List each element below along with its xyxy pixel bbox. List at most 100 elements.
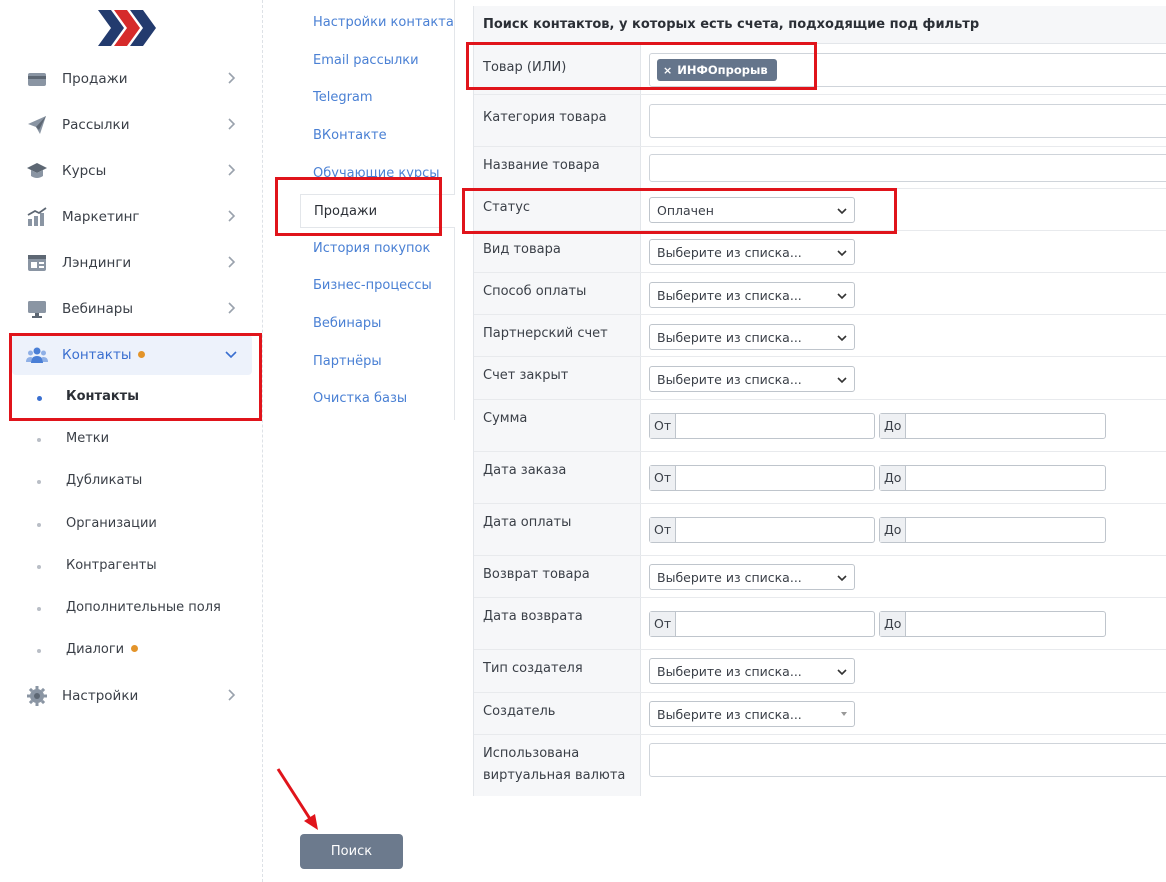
filter-label: Товар (ИЛИ): [474, 45, 641, 94]
filter-label: Дата заказа: [474, 452, 641, 503]
sidebar-item-sales[interactable]: Продажи: [12, 59, 252, 99]
submenu-item-telegram[interactable]: Telegram: [300, 81, 455, 115]
status-select-value: Оплачен: [657, 203, 714, 218]
bullet-icon: [37, 438, 41, 442]
bullet-icon: [37, 480, 41, 484]
payment-date-to-input[interactable]: До: [879, 517, 1106, 543]
sum-to-input[interactable]: До: [879, 413, 1106, 439]
submenu-item-purchase-history[interactable]: История покупок: [300, 232, 455, 266]
submenu-item-contact-settings[interactable]: Настройки контакта: [300, 6, 455, 40]
invoice-closed-select[interactable]: Выберите из списка...: [649, 366, 855, 392]
sidebar-subitem-contacts[interactable]: Контакты: [12, 381, 252, 415]
status-select[interactable]: Оплачен: [649, 197, 855, 223]
virtual-currency-input[interactable]: [649, 743, 1166, 777]
caret-down-icon: [841, 712, 847, 716]
order-date-to-input[interactable]: До: [879, 465, 1106, 491]
sidebar-item-mailings[interactable]: Рассылки: [12, 105, 252, 145]
creator-select[interactable]: Выберите из списка...: [649, 701, 855, 727]
chevron-down-icon: [837, 208, 847, 215]
chevron-right-icon: [228, 256, 236, 268]
users-icon: [26, 347, 48, 363]
filter-row-status: Статус Оплачен: [474, 189, 1166, 231]
sidebar-subitem-counterparties[interactable]: Контрагенты: [12, 550, 252, 584]
submenu-item-email[interactable]: Email рассылки: [300, 44, 455, 78]
refund-select[interactable]: Выберите из списка...: [649, 564, 855, 590]
to-addon: До: [880, 518, 906, 542]
sidebar-subitem-label: Дополнительные поля: [66, 600, 221, 615]
filter-row-sum: Сумма От До: [474, 400, 1166, 452]
product-tag-input[interactable]: × ИНФОпрорыв: [649, 53, 1166, 87]
product-name-input[interactable]: [649, 154, 1166, 182]
sidebar-subitem-label: Метки: [66, 431, 110, 446]
from-addon: От: [650, 612, 676, 636]
sidebar-item-marketing[interactable]: Маркетинг: [12, 197, 252, 237]
sidebar-subitem-extra-fields[interactable]: Дополнительные поля: [12, 592, 252, 626]
filter-label: Тип создателя: [474, 650, 641, 692]
sidebar-subitem-organizations[interactable]: Организации: [12, 508, 252, 542]
filter-label: Вид товара: [474, 231, 641, 272]
remove-tag-icon[interactable]: ×: [663, 64, 672, 77]
sidebar-item-landings[interactable]: Лэндинги: [12, 243, 252, 283]
filter-row-creator: Создатель Выберите из списка...: [474, 693, 1166, 735]
sidebar-item-settings[interactable]: Настройки: [12, 676, 252, 716]
filter-row-creator-type: Тип создателя Выберите из списка...: [474, 650, 1166, 693]
logo-icon: [98, 10, 156, 46]
filter-label: Название товара: [474, 147, 641, 188]
to-addon: До: [880, 612, 906, 636]
refund-date-to-input[interactable]: До: [879, 611, 1106, 637]
sidebar-subitem-label: Дубликаты: [66, 473, 143, 488]
sidebar-subitem-label: Контакты: [66, 389, 139, 404]
sidebar-subitem-label: Диалоги: [66, 642, 139, 657]
sidebar-item-contacts[interactable]: Контакты: [12, 335, 252, 375]
chevron-down-icon: [225, 351, 237, 359]
sidebar-item-label: Курсы: [62, 163, 107, 179]
chevron-down-icon: [837, 377, 847, 384]
contact-submenu: Настройки контакта Email рассылки Telegr…: [300, 0, 455, 420]
sum-from-input[interactable]: От: [649, 413, 875, 439]
filter-label: Счет закрыт: [474, 357, 641, 399]
chevron-right-icon: [228, 302, 236, 314]
submenu-item-courses[interactable]: Обучающие курсы: [300, 157, 455, 191]
sidebar-item-courses[interactable]: Курсы: [12, 151, 252, 191]
chevron-down-icon: [837, 575, 847, 582]
chevron-down-icon: [837, 250, 847, 257]
submenu-item-partners[interactable]: Партнёры: [300, 345, 455, 379]
app-window: Продажи Рассылки Курсы Маркетинг Лэндинг…: [0, 0, 1166, 882]
sidebar-subitem-dialogs[interactable]: Диалоги: [12, 634, 252, 668]
payment-date-from-input[interactable]: От: [649, 517, 875, 543]
creator-type-select[interactable]: Выберите из списка...: [649, 658, 855, 684]
product-tag[interactable]: × ИНФОпрорыв: [657, 59, 777, 81]
chevron-down-icon: [837, 335, 847, 342]
landing-page-icon: [28, 255, 46, 271]
payment-method-select[interactable]: Выберите из списка...: [649, 282, 855, 308]
bullet-icon: [37, 396, 42, 401]
cart-card-icon: [28, 73, 46, 86]
submenu-item-webinars[interactable]: Вебинары: [300, 307, 455, 341]
sidebar-subitem-label: Контрагенты: [66, 558, 157, 573]
category-input[interactable]: [649, 104, 1166, 138]
filter-row-order-date: Дата заказа От До: [474, 452, 1166, 504]
sidebar-item-label: Рассылки: [62, 117, 130, 133]
submenu-item-vkontakte[interactable]: ВКонтакте: [300, 119, 455, 153]
filter-row-refund: Возврат товара Выберите из списка...: [474, 556, 1166, 598]
product-tag-label: ИНФОпрорыв: [677, 63, 768, 77]
submenu-item-cleanup[interactable]: Очистка базы: [300, 382, 455, 416]
order-date-from-input[interactable]: От: [649, 465, 875, 491]
filter-label: Возврат товара: [474, 556, 641, 597]
submenu-item-business-processes[interactable]: Бизнес-процессы: [300, 269, 455, 303]
filter-row-category: Категория товара: [474, 95, 1166, 147]
sidebar-subitem-duplicates[interactable]: Дубликаты: [12, 465, 252, 499]
chevron-right-icon: [228, 118, 236, 130]
filter-row-product: Товар (ИЛИ) × ИНФОпрорыв: [474, 45, 1166, 95]
sidebar-subitem-tags[interactable]: Метки: [12, 423, 252, 457]
filter-label: Сумма: [474, 400, 641, 451]
partner-invoice-select[interactable]: Выберите из списка...: [649, 324, 855, 350]
refund-date-from-input[interactable]: От: [649, 611, 875, 637]
product-type-select[interactable]: Выберите из списка...: [649, 239, 855, 265]
sidebar-item-webinars[interactable]: Вебинары: [12, 289, 252, 329]
filter-label: Способ оплаты: [474, 273, 641, 314]
chevron-right-icon: [228, 210, 236, 222]
search-button[interactable]: Поиск: [300, 834, 403, 869]
sidebar-item-label: Маркетинг: [62, 209, 140, 225]
submenu-item-sales[interactable]: Продажи: [300, 194, 455, 228]
